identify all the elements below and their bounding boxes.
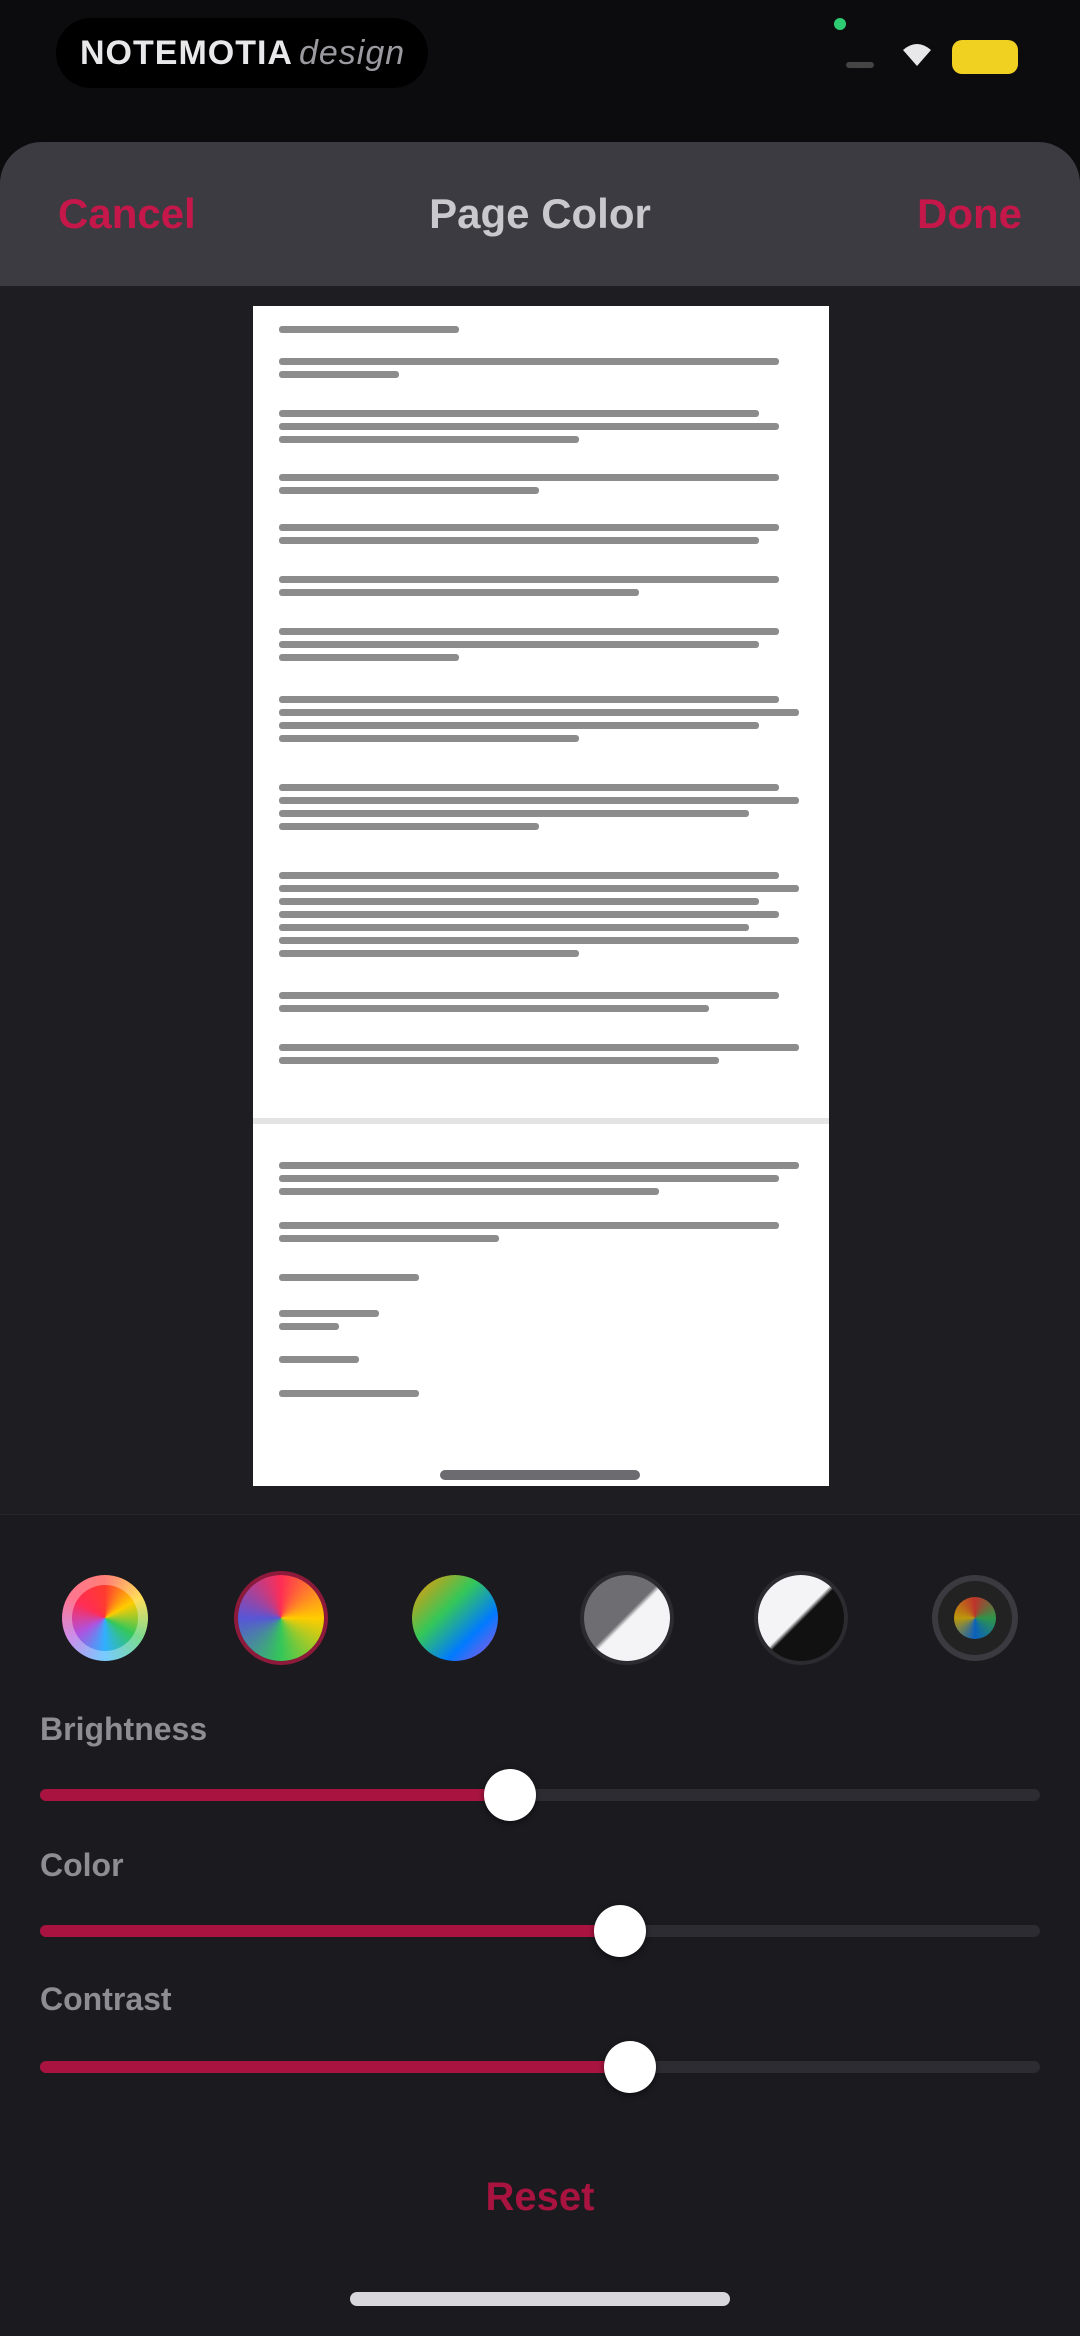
document-text-line (279, 1175, 779, 1182)
gray-white-preset[interactable] (584, 1575, 670, 1661)
document-text-line (279, 1235, 499, 1242)
document-text-line (279, 436, 579, 443)
document-text-line (279, 1005, 709, 1012)
status-app-label-suffix: design (298, 33, 406, 72)
document-text-line (279, 784, 779, 791)
battery-icon (952, 40, 1018, 74)
document-text-line (279, 589, 639, 596)
document-text-line (279, 410, 759, 417)
document-text-line (279, 371, 399, 378)
rainbow-preset[interactable] (412, 1575, 498, 1661)
contrast-slider[interactable] (40, 2041, 1040, 2093)
document-text-line (279, 810, 749, 817)
document-text-line (279, 358, 779, 365)
brightness-slider[interactable] (40, 1769, 1040, 1821)
document-text-line (279, 423, 779, 430)
brightness-label: Brightness (40, 1711, 208, 1747)
color-slider[interactable] (40, 1905, 1040, 1957)
status-app-label: NOTEMOTIA design (80, 33, 406, 72)
document-text-line (279, 898, 759, 905)
home-indicator (350, 2292, 730, 2306)
done-button[interactable]: Done (917, 190, 1022, 238)
color-presets (0, 1575, 1080, 1671)
document-text-line (279, 537, 759, 544)
document-text-line (279, 524, 779, 531)
document-text-line (279, 924, 749, 931)
document-text-line (279, 950, 579, 957)
document-text-line (279, 797, 799, 804)
wifi-icon (903, 44, 931, 66)
nav-bar: Cancel Page Color Done (0, 142, 1080, 286)
document-text-line (279, 992, 779, 999)
document-text-line (279, 628, 779, 635)
document-text-line (279, 1356, 359, 1363)
document-text-line (279, 654, 459, 661)
dark-color-preset[interactable] (932, 1575, 1018, 1661)
cancel-button[interactable]: Cancel (58, 190, 196, 238)
color-wheel-preset[interactable] (62, 1575, 148, 1661)
document-text-line (279, 885, 799, 892)
document-text-line (279, 823, 539, 830)
document-text-line (279, 1274, 419, 1281)
document-text-line (279, 911, 779, 918)
document-text-line (279, 937, 799, 944)
signal-icon (846, 62, 874, 68)
status-bar: NOTEMOTIA design (0, 0, 1080, 130)
document-text-line (279, 1222, 779, 1229)
document-text-line (279, 641, 759, 648)
brightness-slider-thumb[interactable] (484, 1769, 536, 1821)
adjustment-panel: Brightness Color Contrast Reset (0, 1514, 1080, 2336)
document-text-line (279, 1162, 799, 1169)
document-text-line (279, 696, 779, 703)
document-text-line (279, 487, 539, 494)
color-label: Color (40, 1847, 124, 1883)
contrast-slider-fill (40, 2061, 630, 2073)
document-text-line (279, 1310, 379, 1317)
camera-indicator-icon (834, 18, 846, 30)
document-text-line (279, 722, 759, 729)
document-text-line (279, 576, 779, 583)
document-text-line (279, 1323, 339, 1330)
document-text-line (279, 1057, 719, 1064)
contrast-slider-thumb[interactable] (604, 2041, 656, 2093)
vivid-color-preset[interactable] (238, 1575, 324, 1661)
color-slider-thumb[interactable] (594, 1905, 646, 1957)
contrast-label: Contrast (40, 1981, 172, 2017)
document-text-line (279, 735, 579, 742)
color-slider-fill (40, 1925, 620, 1937)
reset-button[interactable]: Reset (0, 2175, 1080, 2220)
black-white-preset[interactable] (758, 1575, 844, 1661)
document-page-preview[interactable] (253, 306, 829, 1486)
document-text-line (279, 474, 779, 481)
document-text-line (279, 709, 799, 716)
page-break-divider (253, 1118, 829, 1124)
document-text-line (279, 1188, 659, 1195)
status-app-pill[interactable]: NOTEMOTIA design (56, 18, 428, 88)
document-text-line (279, 872, 779, 879)
preview-scrollbar[interactable] (440, 1470, 640, 1480)
brightness-slider-fill (40, 1789, 510, 1801)
document-text-line (279, 1390, 419, 1397)
document-text-line (279, 1044, 799, 1051)
document-text-line (279, 326, 459, 333)
